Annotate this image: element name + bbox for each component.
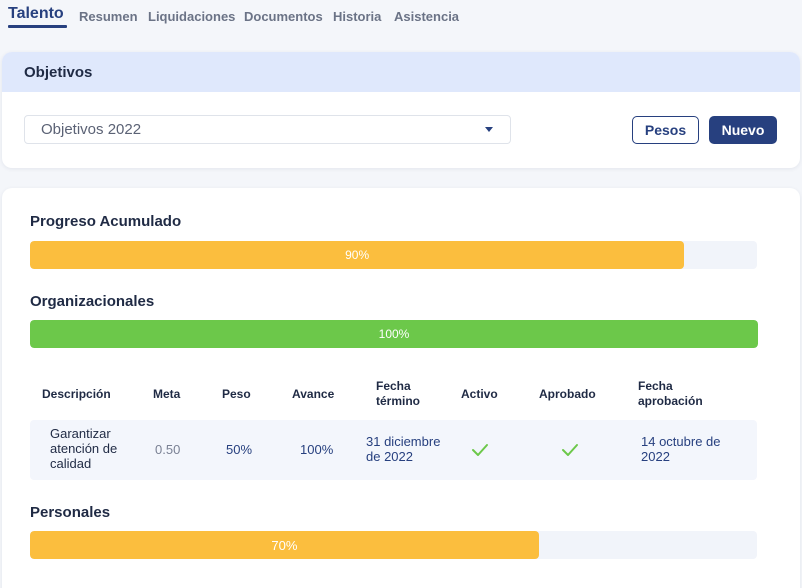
header-description: Descripción (42, 387, 111, 401)
row-description: Garantizar atención de calidad (50, 426, 118, 471)
objectives-title: Objetivos (24, 63, 93, 81)
header-active: Activo (461, 387, 498, 401)
tab-liquidaciones[interactable]: Liquidaciones (148, 9, 235, 24)
accumulated-progress-fill: 90% (30, 241, 685, 269)
row-progress: 100% (300, 442, 334, 457)
header-end-date: Fecha término (376, 379, 421, 408)
approved-check-icon (562, 444, 578, 456)
personal-title: Personales (30, 504, 111, 521)
objectives-period-select[interactable]: Objetivos 2022 (24, 115, 511, 144)
top-navigation: Talento Resumen Liquidaciones Documentos… (0, 0, 802, 40)
row-goal: 0.50 (155, 442, 181, 457)
active-check-icon (472, 444, 488, 456)
organizational-progress-label: 100% (378, 327, 410, 341)
row-weight: 50% (226, 442, 253, 457)
progress-card: Progreso Acumulado 90% Organizacionales … (2, 188, 800, 588)
tab-talento[interactable]: Talento (8, 5, 64, 23)
select-value: Objetivos 2022 (41, 121, 142, 138)
tab-historia[interactable]: Historia (333, 9, 381, 24)
header-approved: Aprobado (539, 387, 596, 401)
caret-down-icon (485, 127, 493, 132)
new-objective-button[interactable]: Nuevo (709, 116, 777, 144)
weights-button[interactable]: Pesos (632, 116, 699, 144)
header-approval-date: Fecha aprobación (638, 379, 703, 408)
active-tab-indicator (8, 25, 67, 28)
tab-resumen[interactable]: Resumen (79, 9, 138, 24)
personal-progress-fill: 70% (30, 531, 539, 559)
organizational-progress-bar: 100% (30, 320, 758, 348)
organizational-progress-fill: 100% (30, 320, 758, 348)
objectives-card-header: Objetivos (2, 52, 800, 92)
personal-progress-label: 70% (271, 537, 298, 553)
header-goal: Meta (153, 387, 181, 401)
objectives-card: Objetivos Objetivos 2022 Pesos Nuevo (2, 52, 800, 168)
accumulated-progress-title: Progreso Acumulado (30, 213, 182, 230)
organizational-title: Organizacionales (30, 293, 155, 310)
personal-progress-bar: 70% (30, 531, 757, 559)
accumulated-progress-bar: 90% (30, 241, 757, 269)
header-progress: Avance (292, 387, 335, 401)
row-approval-date: 14 octubre de 2022 (641, 434, 721, 464)
tab-documentos[interactable]: Documentos (244, 9, 323, 24)
row-end-date: 31 diciembre de 2022 (366, 434, 441, 464)
header-weight: Peso (222, 387, 251, 401)
tab-asistencia[interactable]: Asistencia (394, 9, 459, 24)
accumulated-progress-label: 90% (345, 248, 370, 262)
